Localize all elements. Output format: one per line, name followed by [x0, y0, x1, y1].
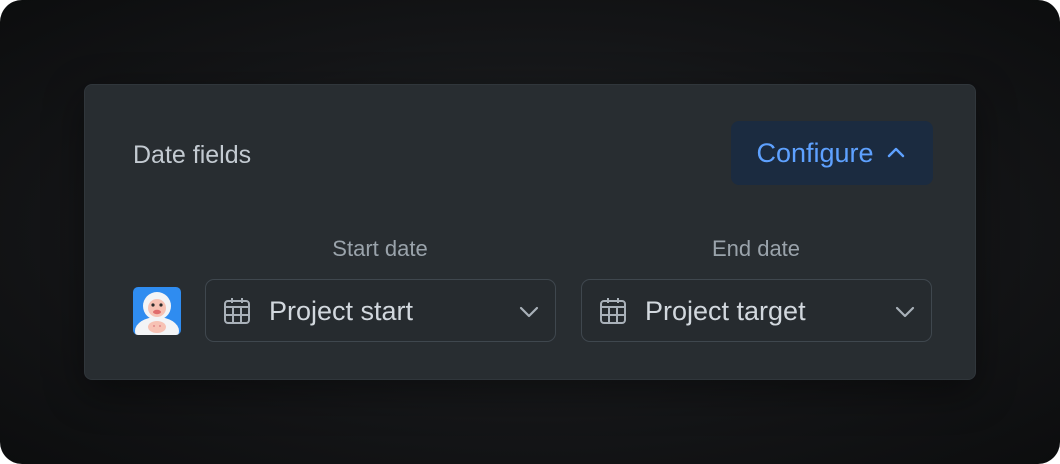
configure-button[interactable]: Configure: [731, 121, 933, 185]
start-date-select[interactable]: Project start: [205, 279, 556, 342]
start-date-value: Project start: [269, 296, 414, 326]
configure-button-label: Configure: [756, 137, 874, 168]
end-date-select[interactable]: Project target: [581, 279, 932, 342]
chevron-down-icon: [895, 306, 915, 318]
calendar-icon: [600, 298, 626, 324]
chevron-down-icon: [519, 306, 539, 318]
end-date-value: Project target: [645, 296, 806, 326]
chevron-up-icon: [887, 147, 904, 158]
yeti-avatar-icon: [133, 287, 181, 335]
start-date-column-label: Start date: [332, 236, 428, 261]
calendar-icon: [224, 298, 250, 324]
panel-title: Date fields: [133, 141, 252, 169]
date-fields-panel: Date fields Configure Start date End dat…: [84, 84, 976, 380]
end-date-column-label: End date: [711, 236, 801, 261]
backdrop: Date fields Configure Start date End dat…: [0, 0, 1060, 464]
